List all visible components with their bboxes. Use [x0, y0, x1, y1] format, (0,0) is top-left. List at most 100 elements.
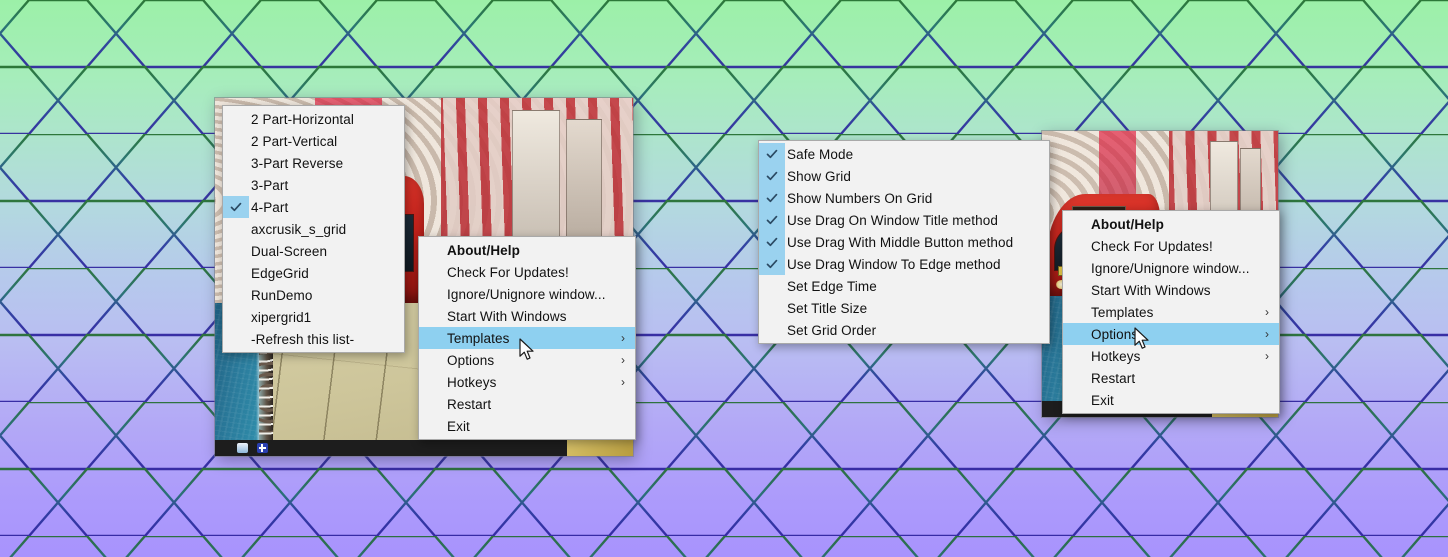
menu-item-gutter — [223, 306, 249, 328]
menu-item-gutter — [759, 319, 785, 341]
menu-item[interactable]: xipergrid1 — [223, 306, 404, 328]
menu-item-label: 4-Part — [251, 199, 289, 215]
menu-item-label: Options — [1091, 326, 1139, 342]
chevron-right-icon: › — [621, 331, 625, 345]
menu-item-label: Use Drag With Middle Button method — [787, 234, 1014, 250]
menu-item[interactable]: Options › — [419, 349, 635, 371]
menu-item[interactable]: Exit — [1063, 389, 1279, 411]
tray-context-menu-right[interactable]: About/Help Check For Updates! Ignore/Unign… — [1062, 210, 1280, 414]
menu-item[interactable]: -Refresh this list- — [223, 328, 404, 350]
menu-item-label: 2 Part-Vertical — [251, 133, 338, 149]
menu-item-label: 3-Part — [251, 177, 289, 193]
menu-item[interactable]: Set Title Size — [759, 297, 1049, 319]
menu-item[interactable]: Set Edge Time — [759, 275, 1049, 297]
menu-item-gutter — [419, 327, 445, 349]
chevron-right-icon: › — [621, 375, 625, 389]
menu-item[interactable]: Check For Updates! — [419, 261, 635, 283]
taskbar-app-icon[interactable] — [237, 443, 248, 453]
menu-item[interactable]: Templates › — [419, 327, 635, 349]
menu-item-gutter — [419, 261, 445, 283]
menu-item-gutter — [419, 349, 445, 371]
menu-item-label: Set Edge Time — [787, 278, 877, 294]
menu-item-gutter — [223, 152, 249, 174]
taskbar-corner — [567, 440, 633, 456]
check-icon — [759, 253, 785, 275]
menu-item[interactable]: Show Grid — [759, 165, 1049, 187]
menu-item-label: -Refresh this list- — [251, 331, 355, 347]
menu-item[interactable]: 2 Part-Horizontal — [223, 108, 404, 130]
menu-item-label: Ignore/Unignore window... — [1091, 260, 1250, 276]
menu-item-gutter — [1063, 257, 1089, 279]
menu-item-gutter — [1063, 389, 1089, 411]
menu-item[interactable]: Safe Mode — [759, 143, 1049, 165]
menu-item-gutter — [1063, 279, 1089, 301]
check-icon — [759, 187, 785, 209]
menu-item-label: Hotkeys — [1091, 348, 1141, 364]
menu-item-label: Safe Mode — [787, 146, 854, 162]
mini-taskbar[interactable] — [215, 440, 633, 456]
menu-item[interactable]: Options › — [1063, 323, 1279, 345]
menu-item-gutter — [223, 262, 249, 284]
tray-context-menu-left[interactable]: About/Help Check For Updates! Ignore/Unign… — [418, 236, 636, 440]
check-icon — [759, 143, 785, 165]
check-icon — [759, 231, 785, 253]
menu-item[interactable]: Templates › — [1063, 301, 1279, 323]
check-icon — [759, 209, 785, 231]
menu-item-gutter — [419, 371, 445, 393]
menu-item[interactable]: Ignore/Unignore window... — [1063, 257, 1279, 279]
menu-item[interactable]: Exit — [419, 415, 635, 437]
menu-item[interactable]: Use Drag On Window Title method — [759, 209, 1049, 231]
menu-item[interactable]: Restart — [419, 393, 635, 415]
menu-item[interactable]: Hotkeys › — [1063, 345, 1279, 367]
menu-item[interactable]: About/Help — [1063, 213, 1279, 235]
menu-item[interactable]: RunDemo — [223, 284, 404, 306]
options-submenu[interactable]: Safe Mode Show Grid Show Numbers On Grid Us… — [758, 140, 1050, 344]
check-icon — [759, 165, 785, 187]
menu-item[interactable]: About/Help — [419, 239, 635, 261]
menu-item[interactable]: 2 Part-Vertical — [223, 130, 404, 152]
menu-item-gutter — [223, 284, 249, 306]
menu-item[interactable]: Start With Windows — [1063, 279, 1279, 301]
menu-item-label: Templates — [447, 330, 510, 346]
menu-item-gutter — [1063, 301, 1089, 323]
menu-item-label: axcrusik_s_grid — [251, 221, 347, 237]
menu-item[interactable]: Ignore/Unignore window... — [419, 283, 635, 305]
menu-item[interactable]: Restart — [1063, 367, 1279, 389]
menu-item-gutter — [223, 108, 249, 130]
menu-item-gutter — [419, 305, 445, 327]
menu-item[interactable]: EdgeGrid — [223, 262, 404, 284]
menu-item[interactable]: 3-Part Reverse — [223, 152, 404, 174]
menu-item[interactable]: Check For Updates! — [1063, 235, 1279, 257]
menu-item[interactable]: Use Drag Window To Edge method — [759, 253, 1049, 275]
menu-item[interactable]: Show Numbers On Grid — [759, 187, 1049, 209]
menu-item[interactable]: Use Drag With Middle Button method — [759, 231, 1049, 253]
menu-item-label: Templates — [1091, 304, 1154, 320]
windows-flag-icon[interactable] — [257, 443, 268, 453]
menu-item-gutter — [1063, 367, 1089, 389]
menu-item-label: Check For Updates! — [447, 264, 569, 280]
menu-item-gutter — [419, 283, 445, 305]
menu-item-label: Start With Windows — [1091, 282, 1211, 298]
menu-item[interactable]: Dual-Screen — [223, 240, 404, 262]
menu-item-gutter — [223, 240, 249, 262]
menu-item-gutter — [223, 130, 249, 152]
menu-item[interactable]: 4-Part — [223, 196, 404, 218]
menu-item-gutter — [223, 218, 249, 240]
menu-item-gutter — [1063, 345, 1089, 367]
menu-item-label: Restart — [447, 396, 492, 412]
menu-item-label: Show Grid — [787, 168, 851, 184]
menu-item-label: Use Drag On Window Title method — [787, 212, 998, 228]
menu-item-label: Options — [447, 352, 495, 368]
menu-item[interactable]: Hotkeys › — [419, 371, 635, 393]
menu-item-label: Hotkeys — [447, 374, 497, 390]
templates-submenu[interactable]: 2 Part-Horizontal 2 Part-Vertical 3-Part R… — [222, 105, 405, 353]
menu-item[interactable]: Start With Windows — [419, 305, 635, 327]
menu-item[interactable]: Set Grid Order — [759, 319, 1049, 341]
chevron-right-icon: › — [1265, 349, 1269, 363]
menu-item[interactable]: 3-Part — [223, 174, 404, 196]
menu-item[interactable]: axcrusik_s_grid — [223, 218, 404, 240]
menu-item-label: Exit — [447, 418, 470, 434]
menu-item-label: About/Help — [1091, 216, 1164, 232]
menu-item-label: 3-Part Reverse — [251, 155, 344, 171]
menu-item-gutter — [419, 393, 445, 415]
